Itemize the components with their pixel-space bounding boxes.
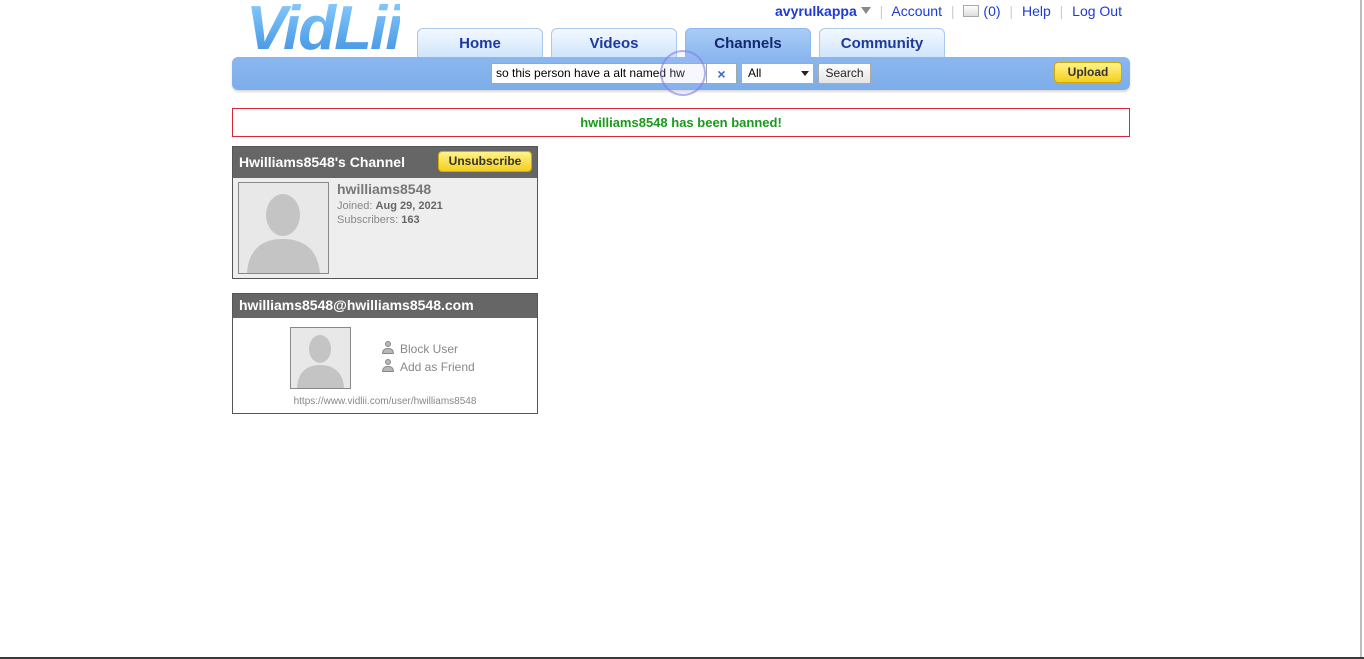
channel-username[interactable]: hwilliams8548 (337, 181, 431, 197)
cursor-highlight (660, 50, 706, 96)
default-avatar-icon (291, 328, 350, 388)
add-friend-link[interactable]: Add as Friend (381, 359, 475, 374)
subscribers-label: Subscribers: (337, 214, 399, 226)
account-link[interactable]: Account (891, 3, 942, 19)
profile-header: hwilliams8548@hwilliams8548.com (233, 294, 537, 318)
profile-box: hwilliams8548@hwilliams8548.com Block Us… (232, 293, 538, 414)
channel-box: Hwilliams8548's Channel Unsubscribe hwil… (232, 146, 538, 279)
nav-separator: | (950, 3, 955, 19)
add-friend-icon (381, 359, 395, 373)
block-user-icon (381, 341, 395, 355)
vidlii-logo[interactable]: VidLii (246, 0, 402, 63)
joined-info: Joined: Aug 29, 2021 (337, 200, 443, 212)
nav-separator: | (1009, 3, 1014, 19)
add-friend-label: Add as Friend (400, 360, 475, 374)
tab-videos[interactable]: Videos (551, 28, 677, 58)
channel-title: Hwilliams8548's Channel (239, 154, 405, 170)
default-avatar-icon (239, 183, 328, 273)
joined-value: Aug 29, 2021 (375, 200, 443, 212)
chevron-down-icon (801, 71, 809, 76)
top-nav: avyrulkappa | Account | (0) | Help | Log… (775, 3, 1122, 19)
caret-down-icon[interactable] (860, 7, 871, 14)
help-link[interactable]: Help (1022, 3, 1051, 19)
banned-alert: hwilliams8548 has been banned! (232, 108, 1130, 137)
nav-separator: | (879, 3, 884, 19)
profile-avatar[interactable] (290, 327, 351, 389)
tab-community[interactable]: Community (819, 28, 945, 58)
search-category-select[interactable]: All (741, 63, 814, 84)
subscribers-info: Subscribers: 163 (337, 214, 420, 226)
search-category-value: All (748, 66, 762, 80)
joined-label: Joined: (337, 200, 373, 212)
block-user-label: Block User (400, 342, 459, 356)
username-link[interactable]: avyrulkappa (775, 3, 857, 19)
tab-home[interactable]: Home (417, 28, 543, 58)
unsubscribe-button[interactable]: Unsubscribe (438, 151, 532, 172)
clear-search-button[interactable]: × (707, 63, 737, 84)
block-user-link[interactable]: Block User (381, 341, 458, 356)
search-button[interactable]: Search (818, 63, 871, 84)
inbox-icon[interactable] (963, 5, 980, 17)
subscribers-value: 163 (401, 214, 420, 226)
window-edge (1360, 0, 1362, 657)
profile-url[interactable]: https://www.vidlii.com/user/hwilliams854… (233, 396, 537, 407)
logout-link[interactable]: Log Out (1072, 3, 1122, 19)
inbox-count-link[interactable]: (0) (983, 3, 1000, 19)
channel-header: Hwilliams8548's Channel Unsubscribe (233, 147, 537, 178)
tab-channels[interactable]: Channels (685, 28, 811, 58)
upload-button[interactable]: Upload (1054, 62, 1122, 83)
nav-separator: | (1059, 3, 1064, 19)
logo-text: VidLii (246, 0, 402, 63)
avatar[interactable] (238, 182, 329, 274)
